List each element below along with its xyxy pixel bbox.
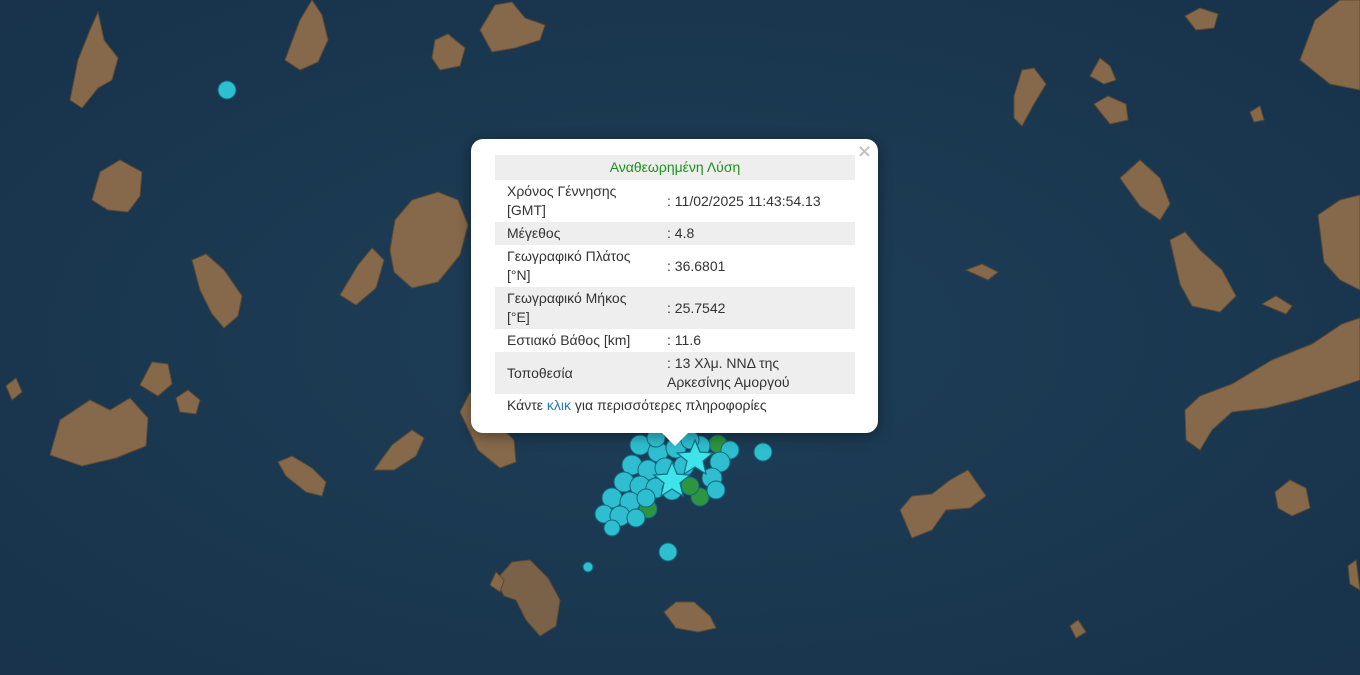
earthquake-circle-icon[interactable] bbox=[706, 480, 726, 500]
earthquake-info-table: Αναθεωρημένη Λύση Χρόνος Γέννησης [GMT] … bbox=[495, 155, 855, 394]
table-row: Τοποθεσία : 13 Χλμ. ΝΝΔ της Αρκεσίνης Αμ… bbox=[495, 352, 855, 394]
table-header-row: Αναθεωρημένη Λύση bbox=[495, 155, 855, 180]
table-row: Μέγεθος : 4.8 bbox=[495, 222, 855, 245]
table-row: Εστιακό Βάθος [km] : 11.6 bbox=[495, 329, 855, 352]
earthquake-circle-icon[interactable] bbox=[636, 488, 656, 508]
row-value: : 11.6 bbox=[667, 332, 701, 348]
row-label: Τοποθεσία bbox=[507, 364, 573, 381]
popup-title: Αναθεωρημένη Λύση bbox=[609, 159, 741, 175]
earthquake-circle-icon[interactable] bbox=[753, 442, 773, 462]
row-label: Εστιακό Βάθος [km] bbox=[507, 332, 631, 348]
row-label: Γεωγραφικό Μήκος [°E] bbox=[507, 290, 627, 325]
row-value: : 11/02/2025 11:43:54.13 bbox=[667, 192, 821, 209]
row-label: Χρόνος Γέννησης [GMT] bbox=[507, 183, 617, 218]
earthquake-circle-icon[interactable] bbox=[582, 561, 594, 573]
row-label: Μέγεθος bbox=[507, 225, 561, 241]
footer-text-before: Κάντε bbox=[507, 397, 547, 413]
row-value: : 13 Χλμ. ΝΝΔ της Αρκεσίνης Αμοργού bbox=[667, 355, 790, 390]
footer-text-after: για περισσότερες πληροφορίες bbox=[571, 397, 767, 413]
earthquake-circle-icon[interactable] bbox=[626, 508, 646, 528]
row-value: : 36.6801 bbox=[667, 257, 726, 274]
table-row: Χρόνος Γέννησης [GMT] : 11/02/2025 11:43… bbox=[495, 180, 855, 222]
earthquake-circle-icon[interactable] bbox=[603, 519, 621, 537]
close-icon[interactable]: × bbox=[857, 143, 872, 161]
row-label: Γεωγραφικό Πλάτος [°N] bbox=[507, 248, 631, 283]
table-row: Γεωγραφικό Μήκος [°E] : 25.7542 bbox=[495, 287, 855, 329]
earthquake-info-popup: × Αναθεωρημένη Λύση Χρόνος Γέννησης [GMT… bbox=[471, 139, 878, 446]
popup-footer: Κάντε κλικ για περισσότερες πληροφορίες bbox=[495, 394, 855, 413]
table-row: Γεωγραφικό Πλάτος [°N] : 36.6801 bbox=[495, 245, 855, 287]
more-info-link[interactable]: κλικ bbox=[547, 397, 571, 413]
popup-tip bbox=[661, 432, 689, 446]
earthquake-circle-icon[interactable] bbox=[658, 542, 678, 562]
popup-content: Αναθεωρημένη Λύση Χρόνος Γέννησης [GMT] … bbox=[495, 155, 855, 413]
earthquake-circle-icon[interactable] bbox=[217, 80, 237, 100]
row-value: : 4.8 bbox=[667, 225, 695, 241]
row-value: : 25.7542 bbox=[667, 299, 726, 316]
